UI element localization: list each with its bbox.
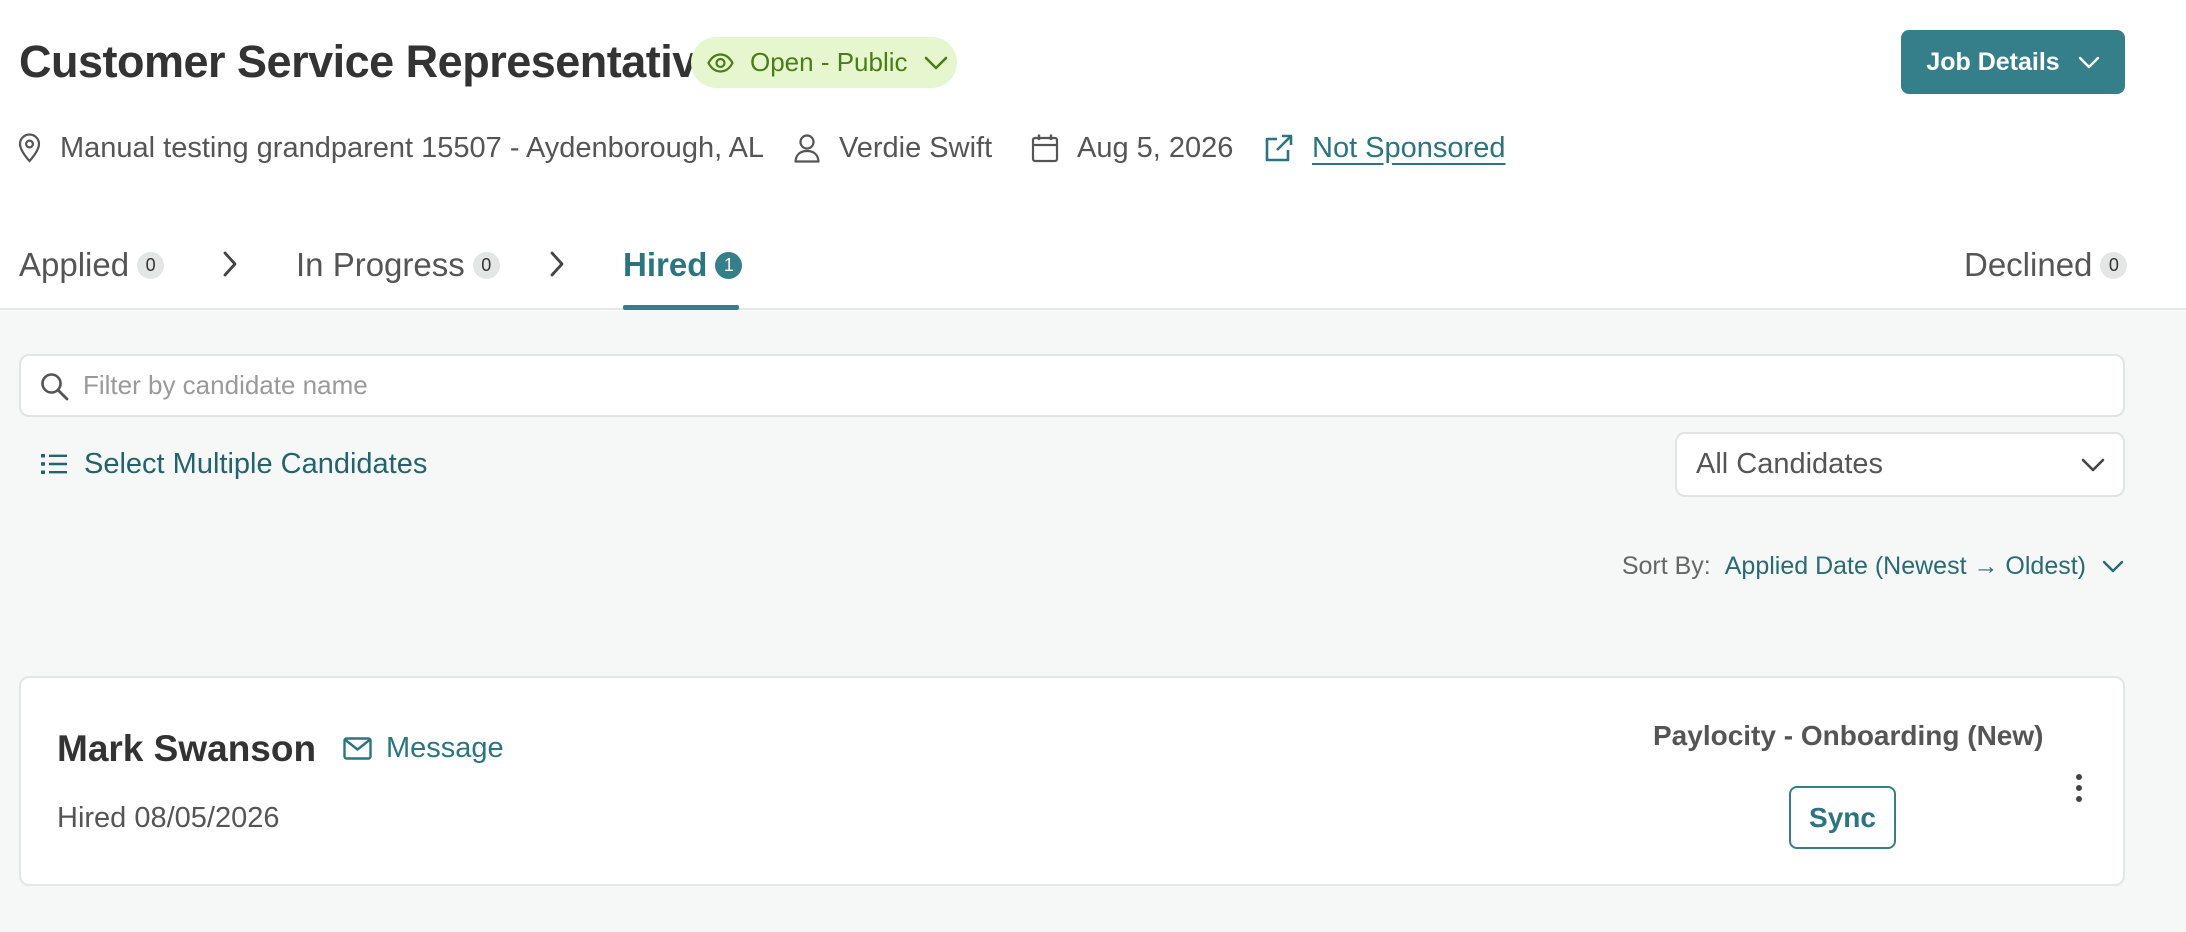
tab-applied[interactable]: Applied 0	[19, 245, 165, 285]
candidate-card: Mark Swanson Message Hired 08/05/2026 Pa…	[19, 676, 2125, 886]
job-recruiter: Verdie Swift	[793, 128, 992, 168]
calendar-icon	[1031, 133, 1059, 163]
sync-button[interactable]: Sync	[1789, 786, 1896, 849]
tab-label: Hired	[623, 246, 708, 283]
date-text: Aug 5, 2026	[1077, 131, 1234, 164]
sponsorship-text: Not Sponsored	[1312, 131, 1506, 164]
chevron-down-icon	[2081, 458, 2105, 472]
sort-label: Sort By:	[1621, 552, 1711, 580]
job-details-label: Job Details	[1926, 47, 2060, 76]
chevron-right-icon	[549, 250, 565, 278]
tab-label: In Progress	[296, 246, 465, 283]
sort-control[interactable]: Sort By: Applied Date (Newest → Oldest)	[1622, 552, 2124, 581]
integration-name: Paylocity - Onboarding (New)	[1653, 720, 2044, 751]
chevron-down-icon	[2078, 56, 2100, 69]
sponsorship-link[interactable]: Not Sponsored	[1264, 128, 1505, 168]
tab-declined[interactable]: Declined 0	[1964, 245, 2128, 285]
message-label: Message	[386, 732, 504, 764]
chevron-down-icon	[2102, 560, 2124, 573]
job-location: Manual testing grandparent 15507 - Ayden…	[17, 128, 764, 168]
location-text: Manual testing grandparent 15507 - Ayden…	[60, 131, 765, 164]
candidate-type-select[interactable]: All Candidates	[1675, 432, 2125, 497]
job-header: Customer Service Representative Open - P…	[0, 0, 2186, 310]
tab-label: Applied	[19, 246, 130, 283]
status-dropdown[interactable]: Open - Public	[691, 37, 957, 88]
candidate-filter[interactable]	[19, 354, 2125, 417]
eye-icon	[707, 52, 734, 73]
job-details-button[interactable]: Job Details	[1901, 30, 2125, 94]
recruiter-name: Verdie Swift	[839, 131, 993, 164]
hired-date: Hired 08/05/2026	[57, 802, 280, 834]
tab-count-badge: 1	[715, 251, 743, 279]
page-title: Customer Service Representative	[19, 36, 722, 87]
job-date: Aug 5, 2026	[1031, 128, 1233, 168]
envelope-icon	[343, 737, 372, 760]
kebab-menu-icon[interactable]	[2073, 768, 2085, 808]
list-icon	[40, 452, 68, 476]
tab-hired[interactable]: Hired 1	[623, 245, 743, 285]
location-pin-icon	[17, 133, 42, 163]
active-tab-indicator	[623, 305, 739, 310]
status-label: Open - Public	[750, 47, 908, 77]
search-input[interactable]	[83, 370, 1983, 401]
tab-count-badge: 0	[137, 251, 165, 279]
sort-value: Applied Date (Newest → Oldest)	[1724, 552, 2086, 580]
select-multiple-label: Select Multiple Candidates	[84, 447, 428, 480]
tab-count-badge: 0	[2100, 251, 2128, 279]
external-link-icon	[1264, 133, 1294, 163]
candidate-type-value: All Candidates	[1696, 448, 1883, 480]
candidate-name[interactable]: Mark Swanson	[57, 728, 316, 770]
message-button[interactable]: Message	[343, 732, 504, 765]
chevron-right-icon	[222, 250, 238, 278]
chevron-down-icon	[924, 56, 948, 70]
search-icon	[39, 371, 69, 401]
tab-in-progress[interactable]: In Progress 0	[296, 245, 500, 285]
select-multiple-candidates-button[interactable]: Select Multiple Candidates	[40, 444, 427, 484]
tab-count-badge: 0	[472, 251, 500, 279]
person-icon	[793, 133, 821, 163]
tab-label: Declined	[1964, 246, 2093, 283]
